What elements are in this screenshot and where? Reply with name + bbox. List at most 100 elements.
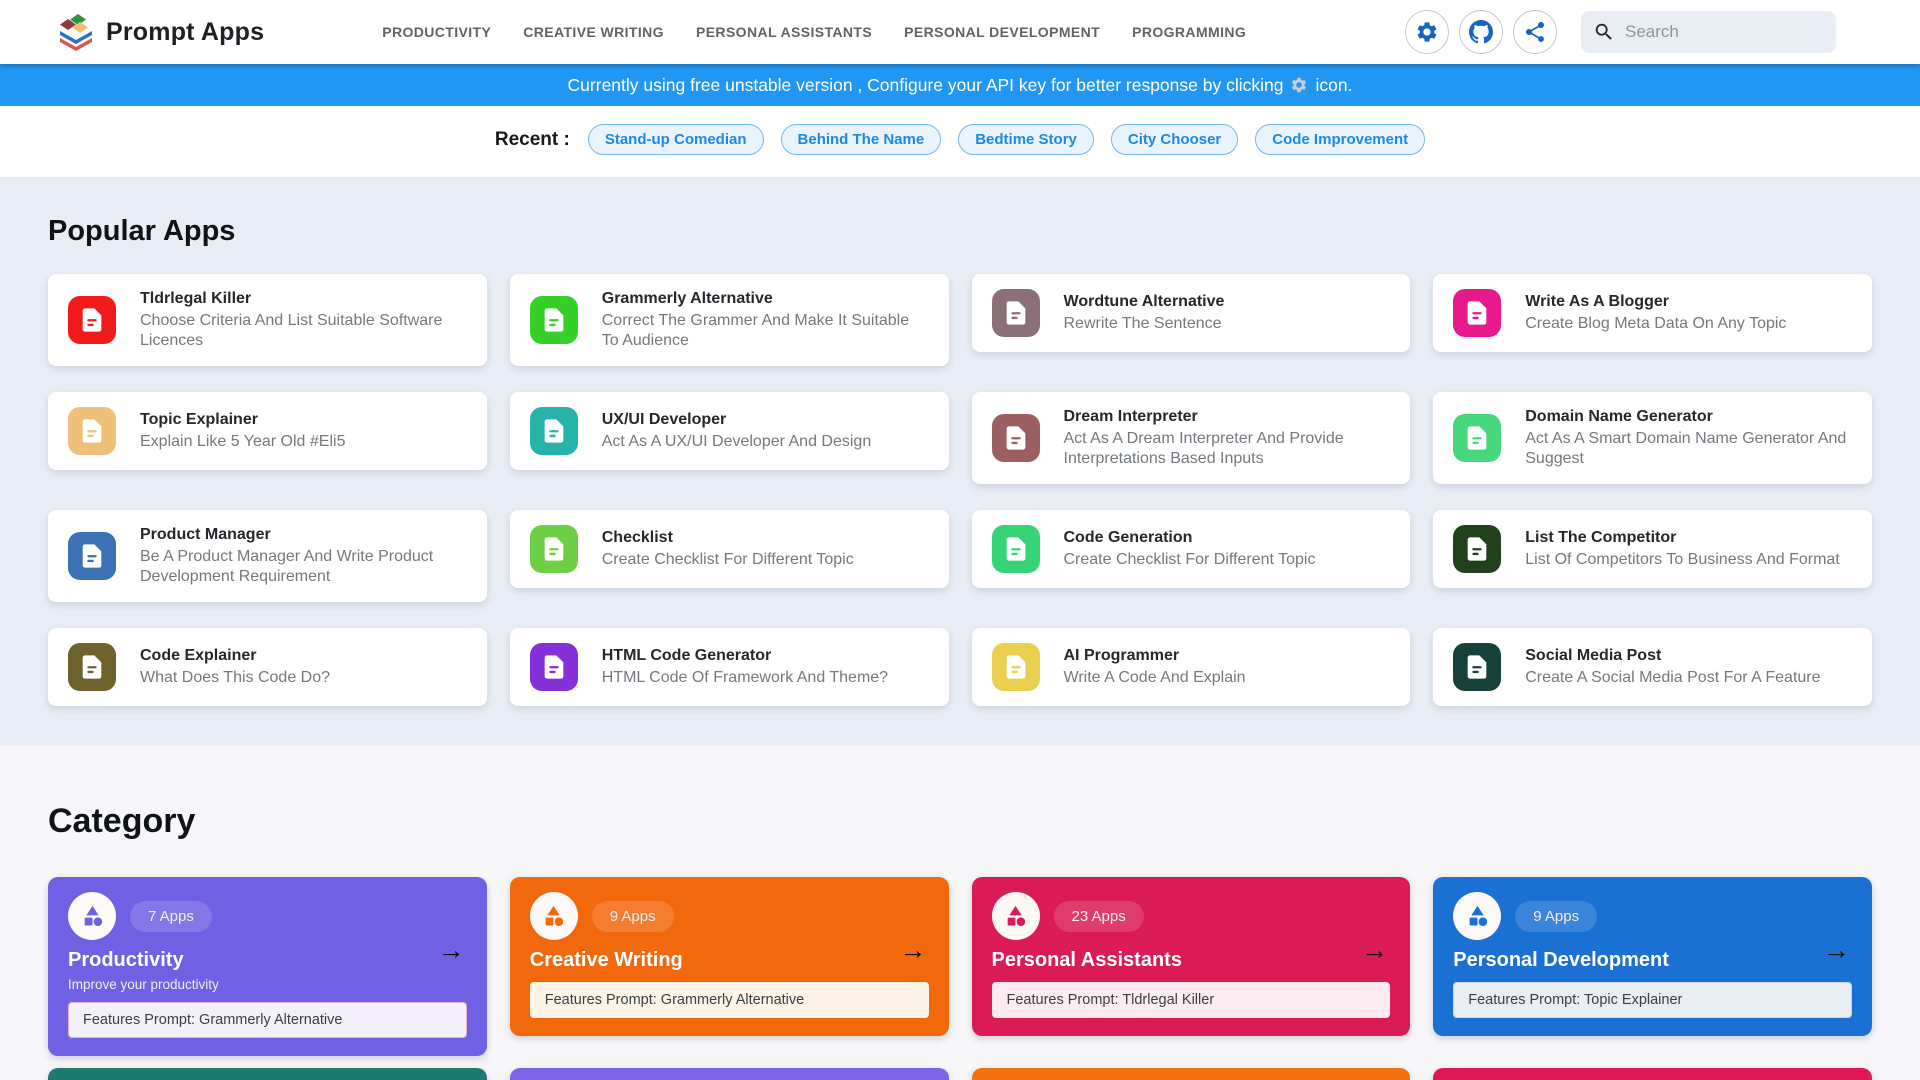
category-card[interactable]: 9 Apps Creative Writing Features Prompt:… (510, 877, 949, 1036)
layers-logo-icon (56, 12, 96, 52)
category-title: Category (48, 802, 1872, 841)
category-icon (530, 892, 578, 940)
recent-chip[interactable]: City Chooser (1111, 124, 1238, 155)
app-subtitle: Act As A Smart Domain Name Generator And… (1525, 429, 1852, 469)
popular-apps-title: Popular Apps (48, 215, 1872, 248)
recent-chip[interactable]: Stand-up Comedian (588, 124, 764, 155)
app-subtitle: What Does This Code Do? (140, 668, 330, 688)
app-card[interactable]: HTML Code Generator HTML Code Of Framewo… (510, 628, 949, 706)
brand[interactable]: Prompt Apps (56, 12, 264, 52)
app-card[interactable]: Checklist Create Checklist For Different… (510, 510, 949, 588)
document-icon (68, 532, 116, 580)
category-icon (992, 892, 1040, 940)
document-icon (68, 296, 116, 344)
github-button[interactable] (1459, 10, 1503, 54)
search-input[interactable] (1625, 22, 1824, 42)
app-title: AI Programmer (1064, 646, 1246, 666)
recent-chip[interactable]: Code Improvement (1255, 124, 1425, 155)
app-title: Checklist (602, 528, 854, 548)
app-card[interactable]: Social Media Post Create A Social Media … (1433, 628, 1872, 706)
features-prompt-box: Features Prompt: Grammerly Alternative (68, 1002, 467, 1038)
app-title: Product Manager (140, 525, 467, 545)
app-title: HTML Code Generator (602, 646, 888, 666)
recent-chip[interactable]: Behind The Name (781, 124, 942, 155)
app-title: Code Generation (1064, 528, 1316, 548)
github-icon (1469, 20, 1493, 44)
share-icon (1523, 20, 1547, 44)
category-name: Personal Assistants (992, 949, 1391, 972)
nav-link[interactable]: PROGRAMMING (1132, 24, 1246, 40)
nav-actions (1405, 10, 1836, 54)
category-subtitle: Improve your productivity (68, 977, 467, 992)
app-title: Dream Interpreter (1064, 407, 1391, 427)
nav-link[interactable]: PRODUCTIVITY (382, 24, 491, 40)
app-card[interactable]: Dream Interpreter Act As A Dream Interpr… (972, 392, 1411, 484)
document-icon (992, 525, 1040, 573)
category-grid: 7 Apps Productivity Improve your product… (48, 877, 1872, 1080)
category-card-partial[interactable]: 4 Apps (972, 1068, 1411, 1080)
app-card-text: AI Programmer Write A Code And Explain (1064, 646, 1246, 688)
app-card-text: Code Explainer What Does This Code Do? (140, 646, 330, 688)
category-name: Productivity (68, 949, 467, 972)
category-icon (68, 892, 116, 940)
app-card-text: Grammerly Alternative Correct The Gramme… (602, 289, 929, 351)
category-card-partial[interactable]: 9 Apps (48, 1068, 487, 1080)
document-icon (530, 525, 578, 573)
arrow-right-icon[interactable]: → (900, 937, 927, 964)
category-card-partial[interactable]: 3 Apps (1433, 1068, 1872, 1080)
category-card-top: 7 Apps (68, 892, 467, 940)
settings-button[interactable] (1405, 10, 1449, 54)
category-card[interactable]: 23 Apps Personal Assistants Features Pro… (972, 877, 1411, 1036)
apps-count-badge: 7 Apps (130, 901, 212, 932)
app-card[interactable]: List The Competitor List Of Competitors … (1433, 510, 1872, 588)
app-card[interactable]: Topic Explainer Explain Like 5 Year Old … (48, 392, 487, 470)
apps-count-badge: 9 Apps (592, 901, 674, 932)
app-subtitle: List Of Competitors To Business And Form… (1525, 550, 1840, 570)
arrow-right-icon[interactable]: → (1361, 937, 1388, 964)
app-card[interactable]: Write As A Blogger Create Blog Meta Data… (1433, 274, 1872, 352)
app-subtitle: Create Blog Meta Data On Any Topic (1525, 314, 1786, 334)
nav-link[interactable]: PERSONAL DEVELOPMENT (904, 24, 1100, 40)
recent-label: Recent : (495, 129, 570, 151)
share-button[interactable] (1513, 10, 1557, 54)
app-subtitle: Choose Criteria And List Suitable Softwa… (140, 311, 467, 351)
document-icon (1453, 289, 1501, 337)
document-icon (68, 407, 116, 455)
app-title: UX/UI Developer (602, 410, 871, 430)
document-icon (1453, 643, 1501, 691)
app-card-text: Product Manager Be A Product Manager And… (140, 525, 467, 587)
app-title: Write As A Blogger (1525, 292, 1786, 312)
app-card[interactable]: UX/UI Developer Act As A UX/UI Developer… (510, 392, 949, 470)
arrow-right-icon[interactable]: → (438, 937, 465, 964)
category-card[interactable]: 9 Apps Personal Development Features Pro… (1433, 877, 1872, 1036)
app-card[interactable]: Tldrlegal Killer Choose Criteria And Lis… (48, 274, 487, 366)
app-card[interactable]: Grammerly Alternative Correct The Gramme… (510, 274, 949, 366)
document-icon (992, 414, 1040, 462)
arrow-right-icon[interactable]: → (1823, 937, 1850, 964)
search-box (1581, 11, 1836, 53)
app-subtitle: Create A Social Media Post For A Feature (1525, 668, 1820, 688)
nav-link[interactable]: CREATIVE WRITING (523, 24, 664, 40)
category-icon (1453, 892, 1501, 940)
app-card[interactable]: Wordtune Alternative Rewrite The Sentenc… (972, 274, 1411, 352)
app-card-text: UX/UI Developer Act As A UX/UI Developer… (602, 410, 871, 452)
app-card-text: List The Competitor List Of Competitors … (1525, 528, 1840, 570)
category-card-top: 9 Apps (1453, 892, 1852, 940)
recent-chip[interactable]: Bedtime Story (958, 124, 1094, 155)
app-card[interactable]: Code Explainer What Does This Code Do? (48, 628, 487, 706)
app-card-text: Topic Explainer Explain Like 5 Year Old … (140, 410, 345, 452)
app-card[interactable]: Product Manager Be A Product Manager And… (48, 510, 487, 602)
app-subtitle: Create Checklist For Different Topic (1064, 550, 1316, 570)
app-subtitle: Correct The Grammer And Make It Suitable… (602, 311, 929, 351)
app-card[interactable]: Code Generation Create Checklist For Dif… (972, 510, 1411, 588)
app-subtitle: Act As A Dream Interpreter And Provide I… (1064, 429, 1391, 469)
document-icon (530, 643, 578, 691)
app-title: Domain Name Generator (1525, 407, 1852, 427)
app-card-text: Write As A Blogger Create Blog Meta Data… (1525, 292, 1786, 334)
app-card[interactable]: Domain Name Generator Act As A Smart Dom… (1433, 392, 1872, 484)
app-title: Social Media Post (1525, 646, 1820, 666)
category-card-partial[interactable]: 13 Apps (510, 1068, 949, 1080)
nav-link[interactable]: PERSONAL ASSISTANTS (696, 24, 872, 40)
app-card[interactable]: AI Programmer Write A Code And Explain (972, 628, 1411, 706)
category-card[interactable]: 7 Apps Productivity Improve your product… (48, 877, 487, 1056)
